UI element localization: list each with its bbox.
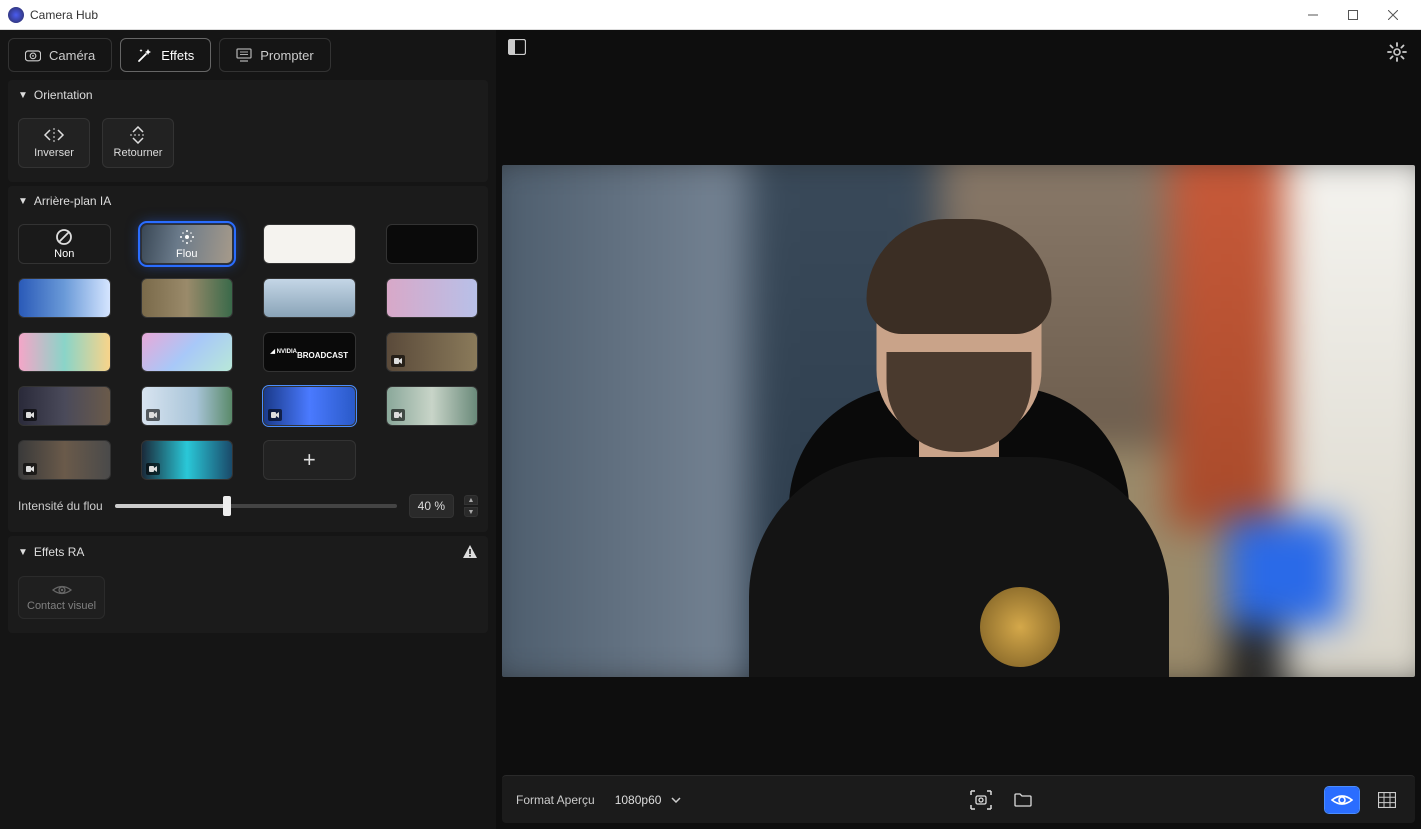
section-ai-background-title: Arrière-plan IA	[34, 194, 111, 208]
flip-horizontal-icon	[43, 127, 65, 143]
video-badge-icon	[146, 463, 160, 475]
camera-icon	[25, 47, 41, 63]
warning-icon	[462, 544, 478, 560]
preview-area: Format Aperçu 1080p60	[496, 30, 1421, 829]
bg-option-colorful1[interactable]	[18, 332, 111, 372]
stepper-up[interactable]: ▲	[464, 495, 478, 505]
settings-button[interactable]	[1387, 42, 1407, 62]
stepper-down[interactable]: ▼	[464, 507, 478, 517]
bg-option-studio1[interactable]	[263, 386, 356, 426]
blur-value[interactable]: 40 %	[409, 494, 454, 518]
video-badge-icon	[391, 409, 405, 421]
bg-option-none[interactable]: Non	[18, 224, 111, 264]
bottom-bar: Format Aperçu 1080p60	[502, 775, 1415, 823]
window-minimize-button[interactable]	[1293, 1, 1333, 29]
tab-prompter[interactable]: Prompter	[219, 38, 330, 72]
bg-option-room2[interactable]	[386, 332, 479, 372]
chevron-down-icon: ▼	[18, 90, 28, 101]
flip-button[interactable]: Retourner	[102, 118, 174, 168]
section-ar-effects-header[interactable]: ▼ Effets RA	[8, 536, 488, 568]
window-close-button[interactable]	[1373, 1, 1413, 29]
section-orientation: ▼ Orientation Inverser Retourn	[8, 80, 488, 182]
bg-option-plants1[interactable]	[386, 386, 479, 426]
invert-button[interactable]: Inverser	[18, 118, 90, 168]
bg-option-black[interactable]	[386, 224, 479, 264]
video-badge-icon	[23, 463, 37, 475]
bg-option-blur[interactable]: Flou	[141, 224, 234, 264]
panel-toggle-button[interactable]	[508, 39, 526, 57]
chevron-down-icon: ▼	[18, 547, 28, 558]
section-ar-effects: ▼ Effets RA Contact visuel	[8, 536, 488, 633]
bg-option-add[interactable]: +	[263, 440, 356, 480]
section-orientation-header[interactable]: ▼ Orientation	[8, 80, 488, 110]
window-maximize-button[interactable]	[1333, 1, 1373, 29]
blur-slider[interactable]	[115, 504, 397, 508]
prompter-icon	[236, 47, 252, 63]
format-label: Format Aperçu	[516, 793, 595, 807]
titlebar: Camera Hub	[0, 0, 1421, 30]
folder-button[interactable]	[1009, 786, 1037, 814]
background-grid: Non Flou	[18, 224, 478, 480]
window-title: Camera Hub	[30, 8, 98, 22]
bg-option-white[interactable]	[263, 224, 356, 264]
preview-mode-grid[interactable]	[1373, 786, 1401, 814]
video-badge-icon	[23, 409, 37, 421]
chevron-down-icon: ▼	[18, 196, 28, 207]
bg-option-night1[interactable]	[18, 386, 111, 426]
plus-icon: +	[303, 447, 316, 473]
blur-slider-label: Intensité du flou	[18, 499, 103, 513]
tab-effects[interactable]: Effets	[120, 38, 211, 72]
tab-prompter-label: Prompter	[260, 48, 313, 63]
eye-contact-label: Contact visuel	[27, 600, 96, 612]
none-icon	[55, 228, 73, 246]
video-badge-icon	[391, 355, 405, 367]
video-badge-icon	[268, 409, 282, 421]
slider-handle[interactable]	[223, 496, 231, 516]
bg-option-colorful2[interactable]	[141, 332, 234, 372]
bg-option-room1[interactable]	[263, 278, 356, 318]
bg-option-none-label: Non	[54, 248, 74, 260]
bg-option-office1[interactable]	[18, 278, 111, 318]
bg-option-living1[interactable]	[141, 278, 234, 318]
section-ar-effects-title: Effets RA	[34, 545, 84, 559]
preview-mode-eye[interactable]	[1325, 787, 1359, 813]
bg-option-nvidia[interactable]: ◢ NVIDIANVIDIA BROADCASTBROADCAST	[263, 332, 356, 372]
flip-label: Retourner	[114, 147, 163, 159]
bg-option-bright1[interactable]	[141, 386, 234, 426]
snapshot-button[interactable]	[967, 786, 995, 814]
bg-option-blur-label: Flou	[176, 248, 197, 260]
bg-option-window1[interactable]	[18, 440, 111, 480]
main-tabs: Caméra Effets Prompter	[8, 38, 488, 72]
section-ai-background: ▼ Arrière-plan IA Non	[8, 186, 488, 532]
app-icon	[8, 7, 24, 23]
sidebar: Caméra Effets Prompter ▼ Orientation	[0, 30, 496, 829]
effects-icon	[137, 47, 153, 63]
bg-option-neon1[interactable]	[141, 440, 234, 480]
tab-effects-label: Effets	[161, 48, 194, 63]
bg-option-anime1[interactable]	[386, 278, 479, 318]
video-badge-icon	[146, 409, 160, 421]
blur-icon	[178, 228, 196, 246]
eye-icon	[52, 583, 72, 597]
section-ai-background-header[interactable]: ▼ Arrière-plan IA	[8, 186, 488, 216]
format-select[interactable]: 1080p60	[609, 789, 688, 811]
chevron-down-icon	[671, 797, 681, 803]
eye-contact-button[interactable]: Contact visuel	[18, 576, 105, 619]
format-value: 1080p60	[615, 793, 662, 807]
flip-vertical-icon	[130, 127, 146, 143]
camera-preview	[502, 165, 1415, 677]
blur-stepper: ▲ ▼	[464, 495, 478, 517]
invert-label: Inverser	[34, 147, 74, 159]
section-orientation-title: Orientation	[34, 88, 93, 102]
blur-intensity-row: Intensité du flou 40 % ▲ ▼	[18, 494, 478, 518]
tab-camera-label: Caméra	[49, 48, 95, 63]
tab-camera[interactable]: Caméra	[8, 38, 112, 72]
